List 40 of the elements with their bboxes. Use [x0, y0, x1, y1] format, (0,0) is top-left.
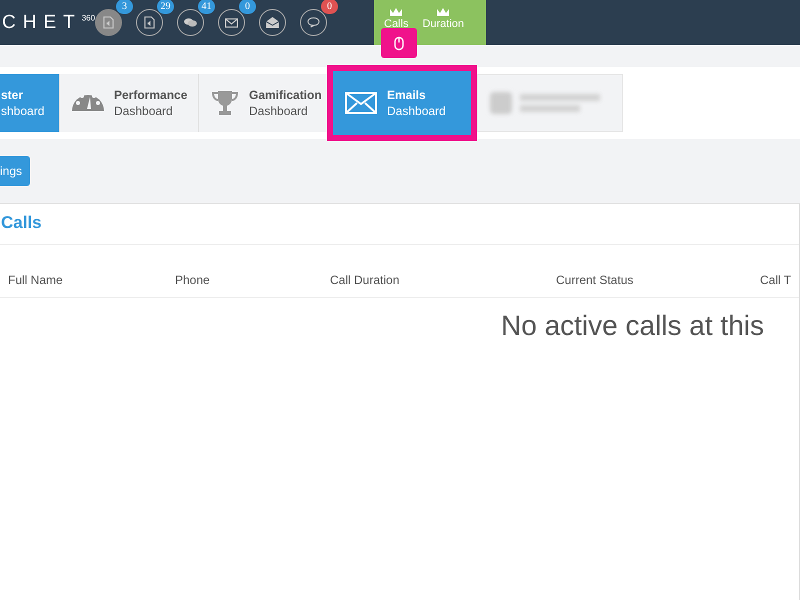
trophy-icon: [211, 90, 239, 116]
count-badge: 3: [116, 0, 133, 14]
tab-title: Performance: [114, 87, 188, 103]
column-header: Call T: [760, 273, 792, 287]
envelope-icon: [225, 18, 238, 28]
column-header: Current Status: [556, 273, 634, 287]
speech-bubble-icon: [307, 17, 320, 28]
column-header: Call Duration: [330, 273, 400, 287]
crown-icon: [436, 7, 450, 18]
crown-icon: [389, 7, 404, 18]
column-header: Full Name: [8, 273, 63, 287]
notification-button[interactable]: [95, 9, 122, 36]
count-badge: 29: [157, 0, 174, 14]
chat-icon: [184, 17, 197, 28]
gauge-icon: [72, 95, 104, 111]
dashboard-tab[interactable]: ster shboard: [0, 74, 60, 132]
logo: CHET$^{360}$: [2, 12, 95, 34]
count-badge: 41: [198, 0, 215, 14]
settings-button[interactable]: ings: [0, 156, 30, 186]
count-badge: 0: [239, 0, 256, 14]
mouse-icon: [394, 36, 404, 50]
tab-subtitle: shboard: [1, 103, 44, 119]
tab-title: Gamification: [249, 87, 322, 103]
notification-button[interactable]: [259, 9, 286, 36]
audio-file-icon: [103, 16, 114, 29]
panel-title: Calls: [0, 204, 799, 245]
tab-title: Emails: [387, 87, 427, 103]
audio-file-icon: [144, 16, 155, 29]
leaderboard-tab[interactable]: Duration: [422, 0, 464, 45]
dashboard-tab[interactable]: Performance Dashboard: [60, 74, 199, 132]
envelope-icon: [345, 92, 377, 114]
empty-message: No active calls at this: [501, 310, 765, 342]
tab-subtitle: Dashboard: [114, 103, 174, 119]
tab-title: ster: [1, 87, 24, 103]
open-envelope-icon: [266, 17, 279, 28]
column-header: Phone: [175, 273, 210, 287]
leaderboard-tab[interactable]: Calls: [384, 0, 408, 45]
tab-subtitle: Dashboard: [387, 103, 446, 119]
tab-subtitle: Dashboard: [249, 103, 309, 119]
count-badge: 0: [321, 0, 338, 14]
